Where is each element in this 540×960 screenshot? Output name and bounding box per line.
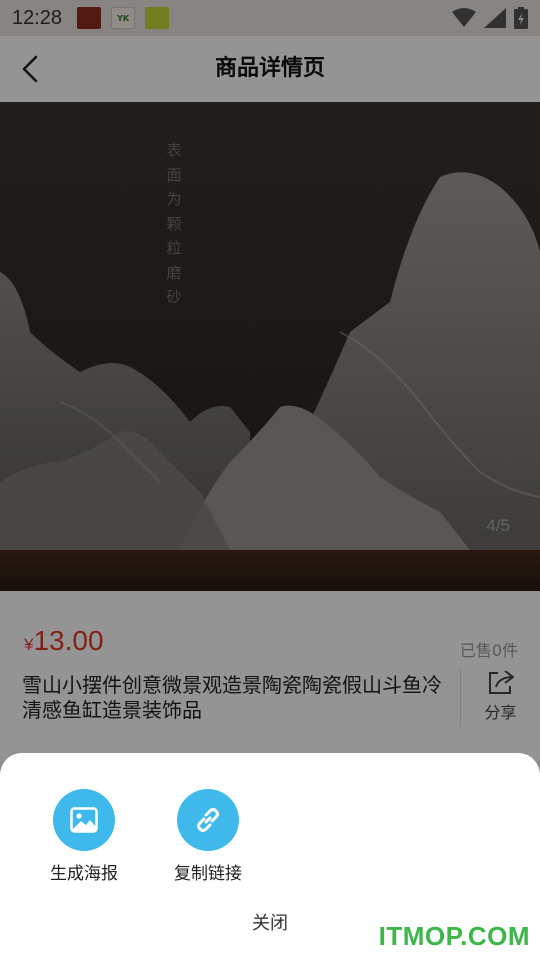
- watermark: ITMOP.COM: [378, 921, 530, 951]
- generate-poster-label: 生成海报: [50, 864, 118, 884]
- generate-poster-button[interactable]: 生成海报: [34, 789, 134, 884]
- copy-link-label: 复制链接: [174, 864, 242, 884]
- close-button[interactable]: 关闭: [220, 909, 320, 939]
- link-icon: [197, 808, 219, 832]
- link-circle: [177, 789, 239, 851]
- poster-circle: [53, 789, 115, 851]
- copy-link-button[interactable]: 复制链接: [158, 789, 258, 884]
- image-icon: [70, 807, 98, 833]
